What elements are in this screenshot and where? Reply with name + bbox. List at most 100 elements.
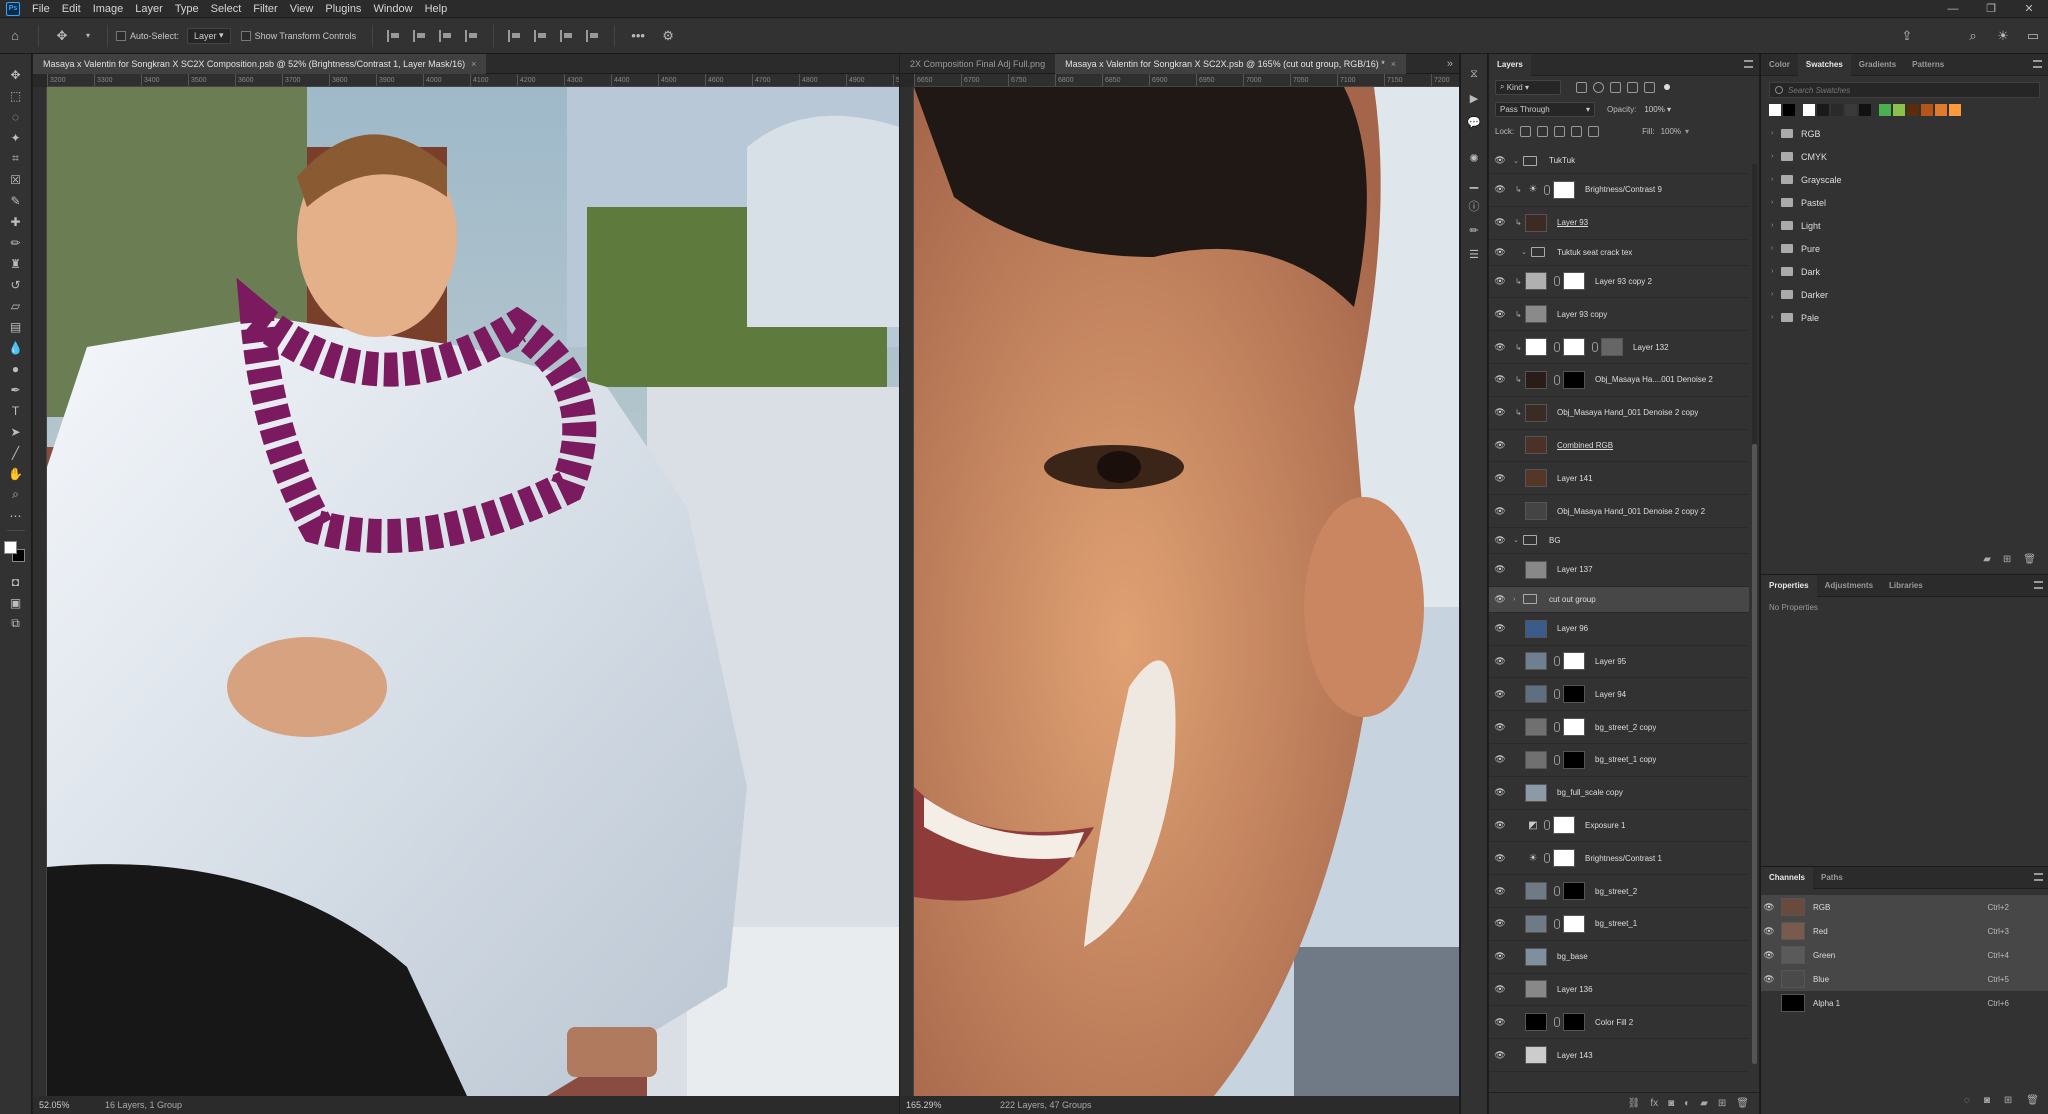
visibility-eye-icon[interactable]: 👁: [1489, 820, 1511, 831]
home-icon[interactable]: ⌂: [4, 25, 26, 47]
visibility-eye-icon[interactable]: 👁: [1489, 1017, 1511, 1028]
tab-channels[interactable]: Channels: [1761, 866, 1814, 889]
more-tools-icon[interactable]: ⋯: [5, 505, 27, 526]
layer-row[interactable]: 👁 ↳ Layer 132: [1489, 331, 1749, 364]
swatch-chip[interactable]: [1803, 104, 1815, 116]
swatch-chip[interactable]: [1859, 104, 1871, 116]
swatch-chip[interactable]: [1893, 104, 1905, 116]
swatch-chip[interactable]: [1845, 104, 1857, 116]
align-center-icon[interactable]: [413, 29, 427, 42]
add-mask-icon[interactable]: ◙: [1668, 1098, 1674, 1109]
swatch-chip[interactable]: [1949, 104, 1961, 116]
layer-row[interactable]: 👁 bg_street_2 copy: [1489, 711, 1749, 744]
quick-mask-icon[interactable]: ◘: [5, 571, 27, 592]
save-selection-icon[interactable]: ◙: [1984, 1095, 1990, 1106]
chevron-right-icon[interactable]: »: [1447, 58, 1453, 70]
lock-brush-icon[interactable]: [1537, 125, 1549, 137]
eyedropper-icon[interactable]: ✎: [5, 190, 27, 211]
mask-thumbnail[interactable]: [1563, 272, 1585, 291]
adjust-sliders-icon[interactable]: ☰: [1465, 244, 1483, 264]
tab-final-adj[interactable]: 2X Composition Final Adj Full.png: [900, 54, 1055, 74]
mask-thumbnail[interactable]: [1563, 718, 1585, 737]
mask-link-icon[interactable]: [1554, 276, 1560, 287]
swatch-group[interactable]: › Pure: [1761, 237, 2048, 260]
fx-icon[interactable]: fx: [1650, 1098, 1658, 1109]
visibility-eye-icon[interactable]: 👁: [1761, 950, 1777, 961]
layer-thumbnail[interactable]: [1525, 305, 1547, 324]
zoom-level[interactable]: 52.05%: [33, 1100, 93, 1110]
workspace-icon[interactable]: ▭: [2022, 25, 2044, 47]
visibility-eye-icon[interactable]: 👁: [1489, 342, 1511, 353]
visibility-eye-icon[interactable]: 👁: [1761, 998, 1777, 1009]
visibility-eye-icon[interactable]: 👁: [1489, 440, 1511, 451]
tab-gradients[interactable]: Gradients: [1851, 54, 1904, 76]
swatch-group[interactable]: › RGB: [1761, 122, 2048, 145]
swatch-chip[interactable]: [1935, 104, 1947, 116]
visibility-eye-icon[interactable]: 👁: [1489, 853, 1511, 864]
line-tool-icon[interactable]: ╱: [5, 442, 27, 463]
type-tool-icon[interactable]: T: [5, 400, 27, 421]
swatch-group[interactable]: › Pale: [1761, 306, 2048, 329]
lasso-tool-icon[interactable]: ◌: [5, 106, 27, 127]
new-swatch-icon[interactable]: ⊞: [2003, 554, 2011, 565]
mask-thumbnail[interactable]: [1563, 750, 1585, 769]
tab-sc2x[interactable]: Masaya x Valentin for Songkran X SC2X.ps…: [1055, 53, 1406, 74]
magic-wand-icon[interactable]: ✦: [5, 127, 27, 148]
move-tool-icon[interactable]: ✥: [5, 64, 27, 85]
history-brush-icon[interactable]: ↺: [5, 274, 27, 295]
panel-menu-icon[interactable]: [1744, 60, 1753, 68]
visibility-eye-icon[interactable]: 👁: [1761, 902, 1777, 913]
layer-thumbnail[interactable]: [1525, 502, 1547, 521]
layer-thumbnail[interactable]: [1525, 213, 1547, 232]
mask-thumbnail[interactable]: [1563, 652, 1585, 671]
brightness-icon[interactable]: ✺: [1465, 148, 1483, 168]
visibility-eye-icon[interactable]: 👁: [1489, 217, 1511, 228]
layer-row[interactable]: 👁 ◩ Exposure 1: [1489, 810, 1749, 843]
chevron-right-icon[interactable]: ›: [1771, 314, 1781, 321]
layer-thumbnail[interactable]: [1525, 980, 1547, 999]
visibility-eye-icon[interactable]: 👁: [1761, 926, 1777, 937]
menu-select[interactable]: Select: [205, 0, 248, 18]
swatch-group[interactable]: › CMYK: [1761, 145, 2048, 168]
close-icon[interactable]: ×: [471, 59, 476, 69]
mask-link-icon[interactable]: [1554, 1017, 1560, 1028]
swatch-group[interactable]: › Darker: [1761, 283, 2048, 306]
chevron-right-icon[interactable]: ›: [1771, 176, 1781, 183]
channel-row[interactable]: 👁 Alpha 1 Ctrl+6: [1761, 991, 2048, 1015]
chevron-icon[interactable]: ⌄: [1513, 157, 1523, 165]
chevron-icon[interactable]: ⌄: [1521, 248, 1531, 256]
visibility-eye-icon[interactable]: 👁: [1489, 918, 1511, 929]
tab-paths[interactable]: Paths: [1813, 867, 1851, 889]
layer-row[interactable]: 👁 ↳ Layer 93 copy 2: [1489, 266, 1749, 299]
visibility-eye-icon[interactable]: 👁: [1489, 886, 1511, 897]
layer-thumbnail[interactable]: [1525, 882, 1547, 901]
layer-row[interactable]: 👁 ↳ Layer 93 copy: [1489, 298, 1749, 332]
layer-row[interactable]: 👁 ⌄ BG: [1489, 528, 1749, 554]
artboard-icon[interactable]: ⧉: [5, 613, 27, 634]
layer-row[interactable]: 👁Color Fill 2 copy: [1489, 1072, 1749, 1074]
layer-row[interactable]: 👁 bg_street_1: [1489, 908, 1749, 941]
photoshop-logo[interactable]: Ps: [6, 1, 20, 16]
tab-patterns[interactable]: Patterns: [1904, 54, 1952, 76]
filter-kind-select[interactable]: ⌕ Kind ▾: [1495, 79, 1561, 95]
minimize-icon[interactable]: —: [1934, 0, 1972, 18]
layer-row[interactable]: 👁 ⌄ Tuktuk seat crack tex: [1489, 240, 1749, 266]
hand-tool-icon[interactable]: ✋: [5, 463, 27, 484]
visibility-eye-icon[interactable]: 👁: [1489, 1050, 1511, 1061]
layer-row[interactable]: 👁 ⌄ TukTuk: [1489, 148, 1749, 174]
layer-thumbnail[interactable]: [1525, 560, 1547, 579]
layer-row[interactable]: 👁 Combined RGB: [1489, 430, 1749, 463]
chevron-right-icon[interactable]: ›: [1771, 130, 1781, 137]
new-channel-icon[interactable]: ⊞: [2004, 1095, 2012, 1106]
blur-tool-icon[interactable]: 💧: [5, 337, 27, 358]
layer-row[interactable]: 👁 ↳ Layer 93: [1489, 207, 1749, 240]
layer-row[interactable]: 👁 Layer 143: [1489, 1039, 1749, 1072]
mask-link-icon[interactable]: [1554, 754, 1560, 765]
layer-thumbnail[interactable]: [1525, 1046, 1547, 1065]
tab-libraries[interactable]: Libraries: [1881, 575, 1931, 597]
visibility-eye-icon[interactable]: 👁: [1489, 754, 1511, 765]
swatch-chip[interactable]: [1907, 104, 1919, 116]
visibility-eye-icon[interactable]: 👁: [1761, 974, 1777, 985]
layer-thumbnail[interactable]: [1525, 469, 1547, 488]
lock-artboard-icon[interactable]: [1571, 125, 1583, 137]
